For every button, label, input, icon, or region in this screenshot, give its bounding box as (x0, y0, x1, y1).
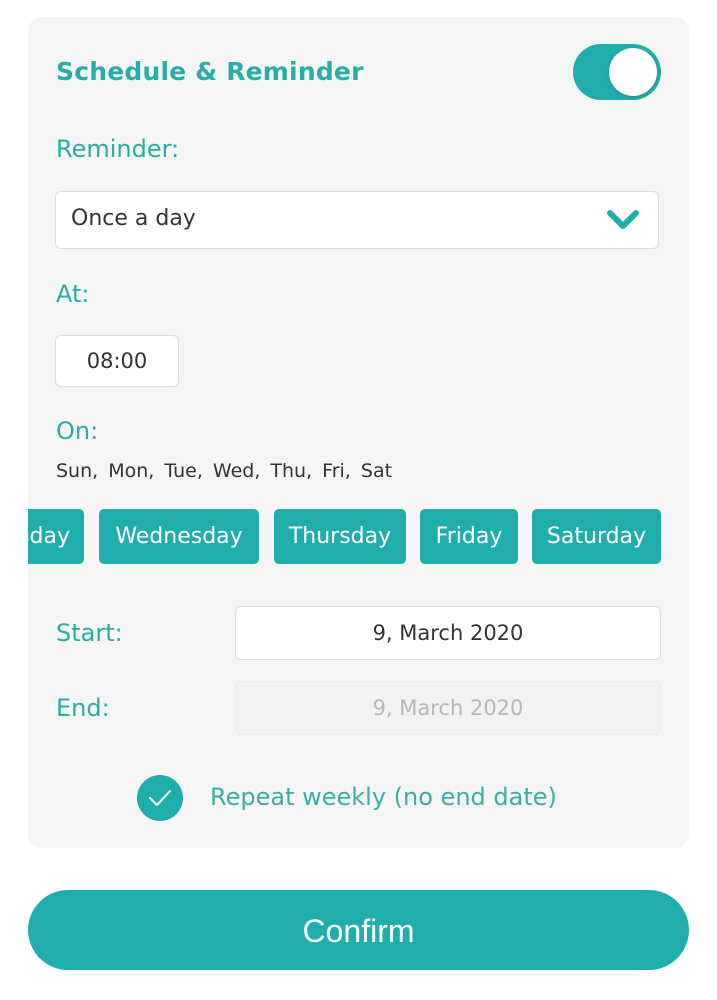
toggle-knob (609, 48, 657, 96)
start-date-input[interactable]: 9, March 2020 (235, 606, 661, 660)
end-date-input: 9, March 2020 (235, 681, 661, 735)
at-label: At: (56, 280, 90, 308)
reminder-select-value: Once a day (71, 206, 196, 231)
time-input[interactable]: 08:00 (55, 335, 179, 387)
card-title: Schedule & Reminder (56, 57, 364, 86)
day-chips-scroller[interactable]: Tuesday Wednesday Thursday Friday Saturd… (28, 509, 689, 565)
schedule-toggle[interactable] (573, 44, 661, 100)
day-chip-tuesday[interactable]: Tuesday (28, 509, 84, 564)
on-label: On: (56, 417, 99, 445)
day-chip-friday[interactable]: Friday (420, 509, 518, 564)
day-chip-thursday[interactable]: Thursday (274, 509, 406, 564)
reminder-select[interactable]: Once a day (55, 191, 659, 249)
repeat-weekly-label: Repeat weekly (no end date) (210, 783, 557, 811)
confirm-button[interactable]: Confirm (28, 890, 689, 970)
selected-days-summary: Sun, Mon, Tue, Wed, Thu, Fri, Sat (56, 460, 393, 482)
start-label: Start: (56, 619, 123, 647)
reminder-label: Reminder: (56, 135, 180, 163)
checkmark-icon (137, 775, 183, 821)
end-label: End: (56, 694, 110, 722)
day-chip-wednesday[interactable]: Wednesday (99, 509, 259, 564)
schedule-card: Schedule & Reminder Reminder: Once a day… (28, 17, 689, 848)
chevron-down-icon (607, 210, 639, 229)
day-chip-saturday[interactable]: Saturday (532, 509, 661, 564)
